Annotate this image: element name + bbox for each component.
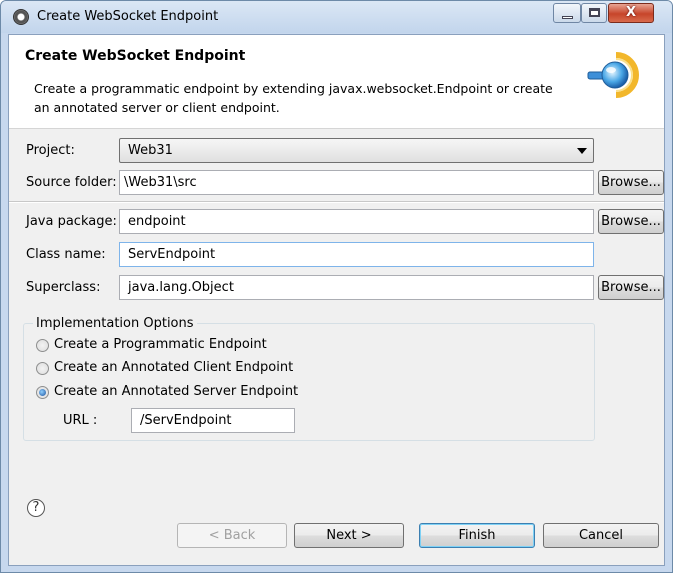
source-folder-label: Source folder:: [26, 175, 117, 190]
project-value: Web31: [128, 143, 173, 158]
radio-button-icon: [36, 339, 49, 352]
close-icon: X: [625, 5, 637, 20]
wizard-banner: Create WebSocket Endpoint Create a progr…: [9, 35, 664, 129]
java-package-browse-button[interactable]: Browse...: [598, 209, 664, 234]
source-folder-browse-button[interactable]: Browse...: [598, 170, 664, 195]
chevron-down-icon: [577, 148, 587, 154]
close-button[interactable]: X: [608, 3, 654, 23]
dialog-window: Create WebSocket Endpoint X Create WebSo…: [0, 0, 673, 573]
superclass-label: Superclass:: [26, 280, 101, 295]
radio-label: Create an Annotated Server Endpoint: [54, 384, 299, 399]
cancel-button[interactable]: Cancel: [543, 523, 659, 548]
eclipse-gear-icon: [13, 9, 29, 25]
finish-button[interactable]: Finish: [419, 523, 535, 548]
java-package-field[interactable]: endpoint: [119, 209, 594, 234]
url-label: URL :: [63, 413, 98, 428]
java-package-label: Java package:: [26, 214, 117, 229]
radio-label: Create an Annotated Client Endpoint: [54, 360, 294, 375]
superclass-field[interactable]: java.lang.Object: [119, 275, 594, 300]
source-folder-field[interactable]: \Web31\src: [119, 170, 594, 195]
minimize-button[interactable]: [553, 3, 581, 23]
window-title: Create WebSocket Endpoint: [37, 9, 219, 24]
radio-button-icon: [36, 362, 49, 375]
radio-button-selected-icon: [36, 386, 49, 399]
project-label: Project:: [26, 143, 75, 158]
next-button[interactable]: Next >: [294, 523, 404, 548]
maximize-button[interactable]: [581, 3, 607, 23]
dialog-content: Create WebSocket Endpoint Create a progr…: [8, 34, 665, 566]
separator: [9, 201, 664, 203]
url-field[interactable]: /ServEndpoint: [131, 408, 295, 433]
superclass-browse-button[interactable]: Browse...: [598, 275, 664, 300]
implementation-options-title: Implementation Options: [33, 316, 197, 331]
class-name-label: Class name:: [26, 247, 106, 262]
banner-title: Create WebSocket Endpoint: [25, 48, 246, 64]
project-combo[interactable]: Web31: [119, 138, 594, 163]
websocket-plug-icon: [587, 52, 639, 98]
class-name-field[interactable]: ServEndpoint: [119, 242, 594, 267]
maximize-icon: [589, 8, 600, 17]
radio-label: Create a Programmatic Endpoint: [54, 337, 267, 352]
back-button[interactable]: < Back: [177, 523, 287, 548]
title-bar[interactable]: Create WebSocket Endpoint X: [1, 1, 672, 33]
banner-description: Create a programmatic endpoint by extend…: [34, 81, 553, 115]
minimize-icon: [562, 16, 573, 19]
help-icon[interactable]: ?: [27, 499, 45, 517]
